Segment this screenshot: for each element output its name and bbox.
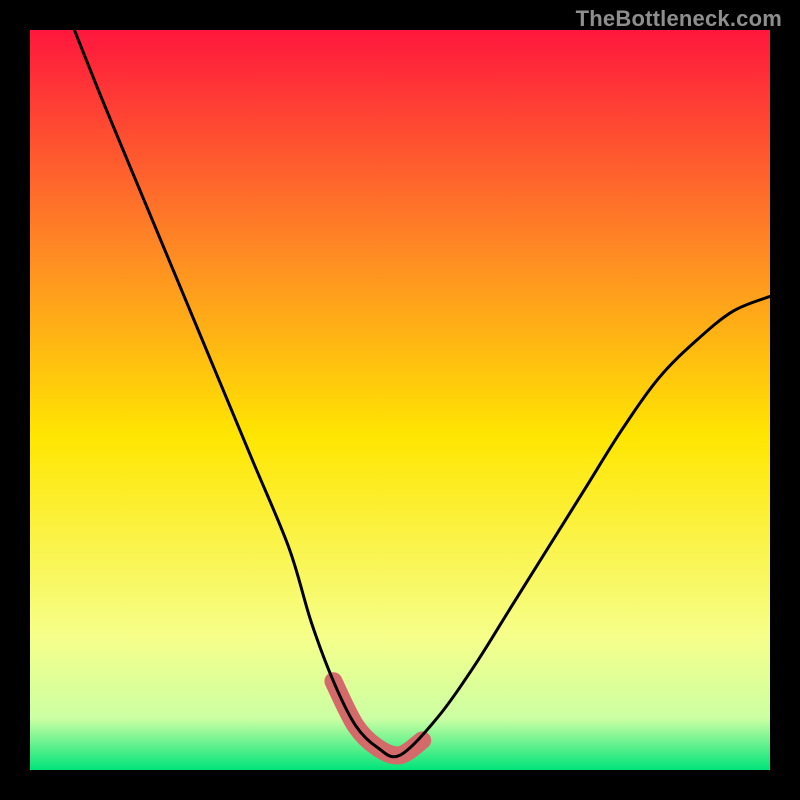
plot-area <box>30 30 770 770</box>
gradient-background <box>30 30 770 770</box>
chart-svg <box>30 30 770 770</box>
chart-frame: TheBottleneck.com <box>0 0 800 800</box>
watermark-text: TheBottleneck.com <box>576 6 782 32</box>
